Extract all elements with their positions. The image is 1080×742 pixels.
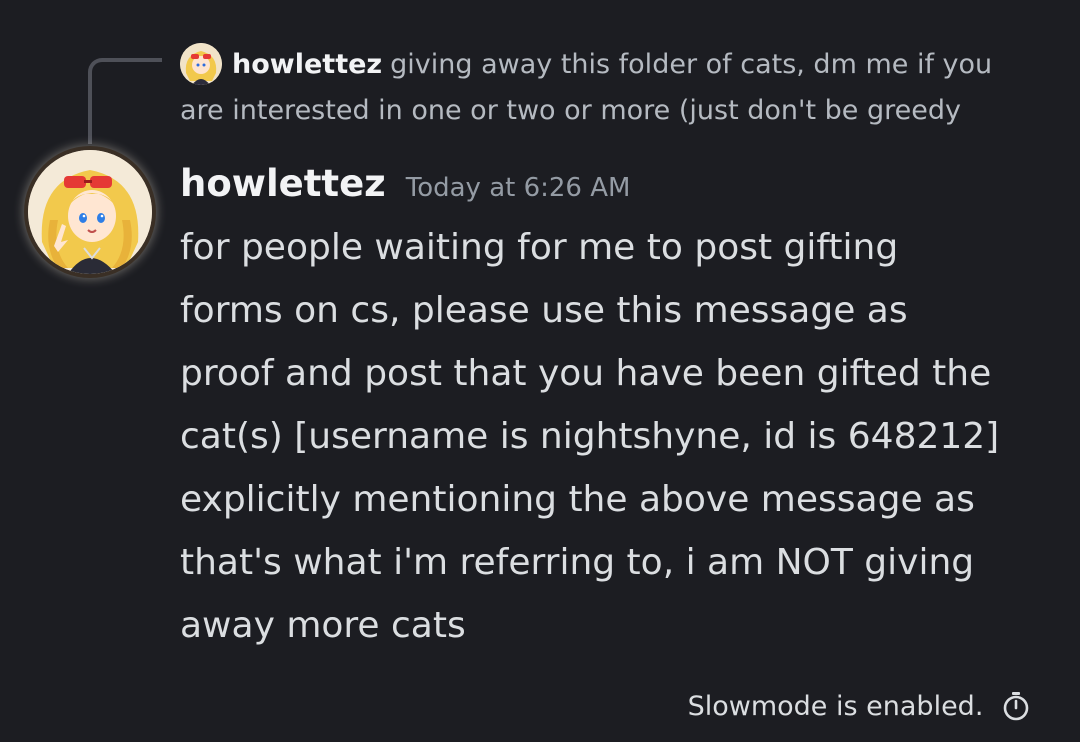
stopwatch-icon bbox=[1000, 690, 1032, 722]
message-line: explicitly mentioning the above message … bbox=[180, 479, 975, 520]
message-line: away more cats bbox=[180, 605, 466, 646]
slowmode-label: Slowmode is enabled. bbox=[687, 691, 984, 722]
message-timestamp: Today at 6:26 AM bbox=[405, 173, 631, 203]
message-author[interactable]: howlettez bbox=[180, 162, 386, 205]
message-line: cat(s) [username is nightshyne, id is 64… bbox=[180, 416, 1000, 457]
author-avatar-icon[interactable] bbox=[28, 150, 152, 274]
message-content: for people waiting for me to post giftin… bbox=[180, 216, 1060, 657]
message-line: forms on cs, please use this message as bbox=[180, 290, 908, 331]
reply-author[interactable]: howlettez bbox=[232, 49, 382, 80]
slowmode-indicator: Slowmode is enabled. bbox=[688, 690, 1032, 722]
reply-avatar-icon[interactable] bbox=[180, 43, 222, 85]
message-line: that's what i'm referring to, i am NOT g… bbox=[180, 542, 975, 583]
replied-message-preview[interactable]: howlettez giving away this folder of cats… bbox=[180, 42, 1040, 134]
message-line: for people waiting for me to post giftin… bbox=[180, 227, 899, 268]
reply-connector bbox=[88, 58, 162, 144]
message-line: proof and post that you have been gifted… bbox=[180, 353, 992, 394]
message-header: howlettez Today at 6:26 AM bbox=[180, 162, 630, 205]
